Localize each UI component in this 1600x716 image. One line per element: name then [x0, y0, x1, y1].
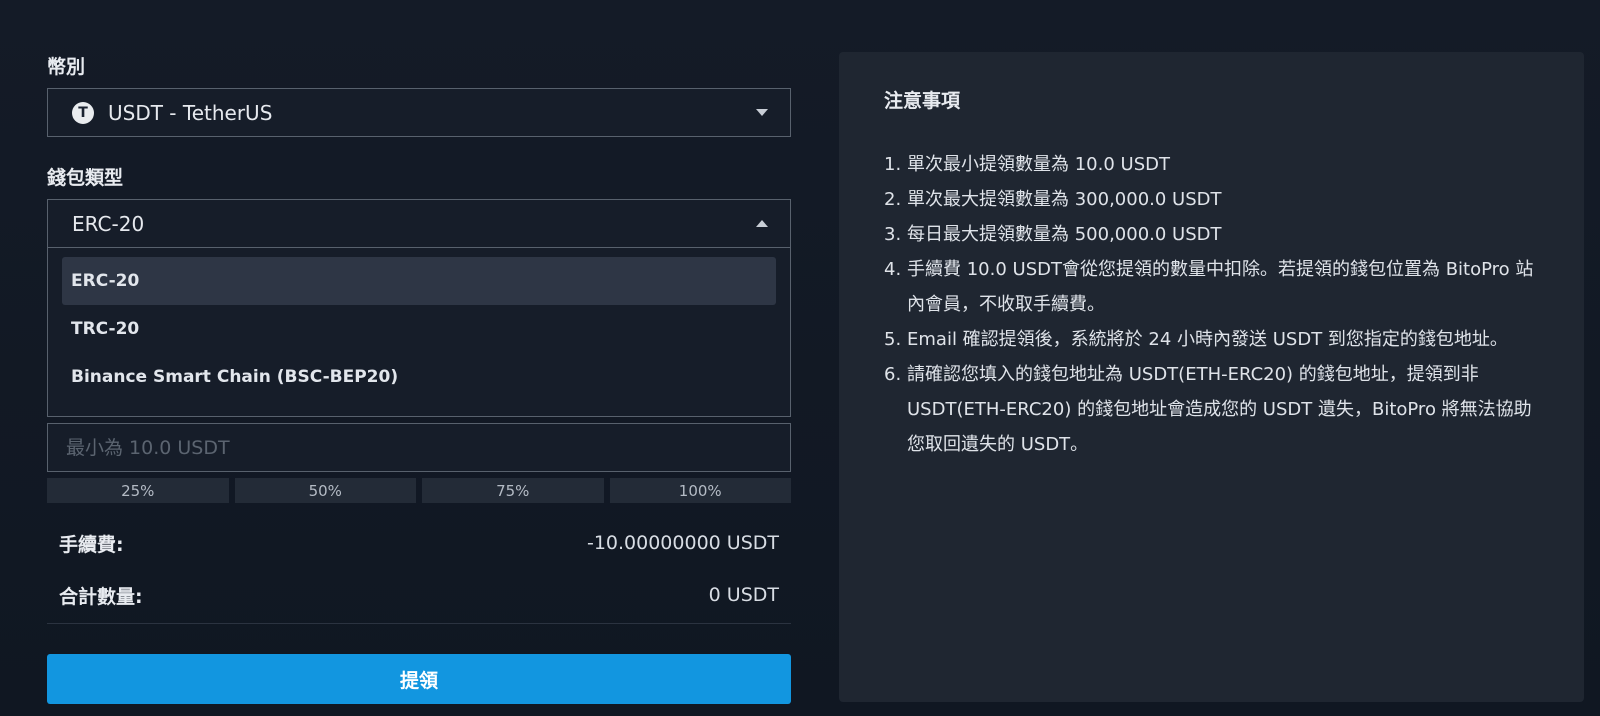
wallet-option-erc20[interactable]: ERC-20 — [62, 257, 776, 305]
note-number: 3. — [884, 224, 902, 245]
percent-50-button[interactable]: 50% — [234, 478, 416, 503]
wallet-type-select-value: ERC-20 — [72, 211, 145, 236]
fee-label: 手續費: — [59, 533, 124, 556]
list-item: 1. 單次最小提領數量為 10.0 USDT — [884, 147, 1540, 182]
note-number: 6. — [884, 364, 902, 385]
notes-title: 注意事項 — [884, 90, 961, 112]
percent-buttons: 25% 50% 75% 100% — [47, 478, 791, 503]
note-text: 每日最大提領數量為 500,000.0 USDT — [907, 224, 1222, 245]
note-number: 1. — [884, 154, 902, 175]
currency-select-value: USDT - TetherUS — [108, 100, 273, 125]
list-item: 3. 每日最大提領數量為 500,000.0 USDT — [884, 217, 1540, 252]
currency-select[interactable]: T USDT - TetherUS — [47, 88, 791, 137]
amount-field[interactable] — [47, 423, 791, 472]
currency-label: 幣別 — [47, 56, 86, 78]
withdraw-button[interactable]: 提領 — [47, 654, 791, 704]
note-number: 5. — [884, 329, 902, 350]
wallet-option-trc20[interactable]: TRC-20 — [62, 305, 776, 353]
fee-row: 手續費: -10.00000000 USDT — [47, 517, 791, 569]
tether-coin-icon: T — [72, 101, 94, 124]
notes-list: 1. 單次最小提領數量為 10.0 USDT 2. 單次最大提領數量為 300,00… — [884, 147, 1540, 462]
list-item: 6. 請確認您填入的錢包地址為 USDT(ETH-ERC20) 的錢包地址，提領到… — [884, 357, 1540, 462]
wallet-option-bsc-bep20[interactable]: Binance Smart Chain (BSC-BEP20) — [62, 353, 776, 401]
notes-panel: 注意事項 1. 單次最小提領數量為 10.0 USDT 2. 單次最大提領數量為 3… — [839, 52, 1584, 702]
list-item: 2. 單次最大提領數量為 300,000.0 USDT — [884, 182, 1540, 217]
list-item: 5. Email 確認提領後，系統將於 24 小時內發送 USDT 到您指定的錢包… — [884, 322, 1540, 357]
total-label: 合計數量: — [59, 585, 143, 608]
note-text: 單次最大提領數量為 300,000.0 USDT — [907, 189, 1222, 210]
note-number: 4. — [884, 259, 902, 280]
percent-100-button[interactable]: 100% — [609, 478, 791, 503]
note-text: 單次最小提領數量為 10.0 USDT — [907, 154, 1170, 175]
wallet-type-label: 錢包類型 — [47, 167, 124, 189]
note-text: 請確認您填入的錢包地址為 USDT(ETH-ERC20) 的錢包地址，提領到非 … — [907, 364, 1532, 455]
chevron-down-icon[interactable] — [756, 109, 768, 116]
list-item: 4. 手續費 10.0 USDT會從您提領的數量中扣除。若提領的錢包位置為 Bit… — [884, 252, 1540, 322]
note-number: 2. — [884, 189, 902, 210]
note-text: Email 確認提領後，系統將於 24 小時內發送 USDT 到您指定的錢包地址… — [907, 329, 1508, 350]
withdraw-form: 幣別 T USDT - TetherUS 錢包類型 ERC-20 ERC-20 … — [47, 52, 791, 704]
percent-25-button[interactable]: 25% — [47, 478, 229, 503]
wallet-type-select[interactable]: ERC-20 — [47, 199, 791, 248]
chevron-up-icon[interactable] — [756, 220, 768, 227]
percent-75-button[interactable]: 75% — [422, 478, 604, 503]
amount-input[interactable] — [66, 436, 772, 459]
fee-value: -10.00000000 USDT — [586, 532, 779, 554]
total-row: 合計數量: 0 USDT — [47, 569, 791, 621]
total-value: 0 USDT — [708, 584, 779, 606]
wallet-type-dropdown: ERC-20 TRC-20 Binance Smart Chain (BSC-B… — [47, 248, 791, 417]
divider — [47, 623, 791, 624]
note-text: 手續費 10.0 USDT會從您提領的數量中扣除。若提領的錢包位置為 BitoP… — [907, 259, 1534, 315]
